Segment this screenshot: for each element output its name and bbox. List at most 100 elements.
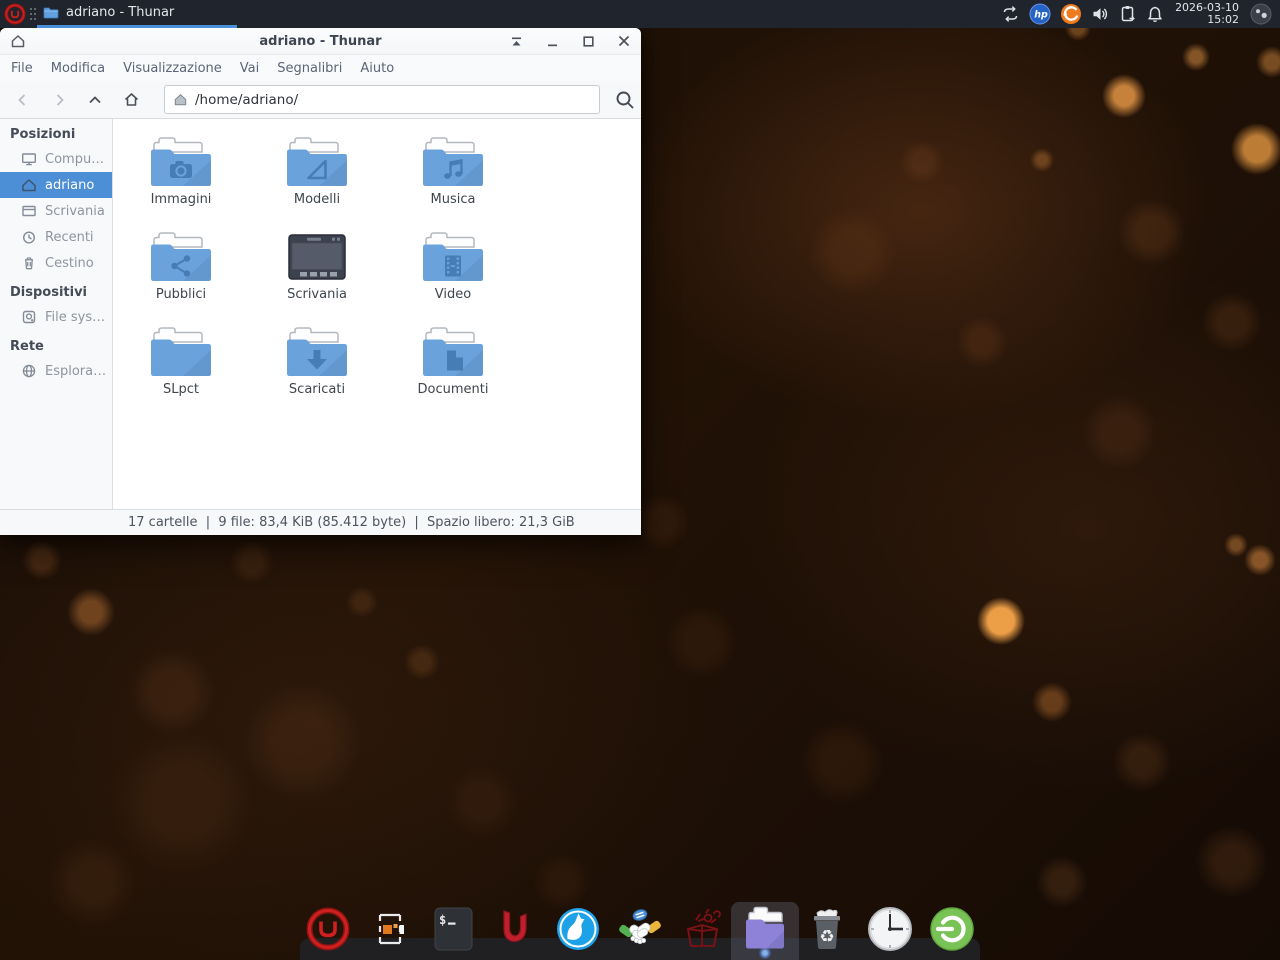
dock-clock[interactable] — [866, 905, 914, 953]
notifications-bell-icon[interactable] — [1146, 5, 1164, 23]
file-documenti[interactable]: Documenti — [385, 326, 521, 421]
file-modelli[interactable]: Modelli — [249, 136, 385, 231]
update-notifier-icon[interactable] — [1060, 3, 1082, 25]
desktop-screen-icon — [285, 231, 349, 283]
sidebar-section-dispositivi: Dispositivi — [0, 280, 112, 304]
volume-icon[interactable] — [1091, 5, 1110, 23]
file-immagini[interactable]: Immagini — [113, 136, 249, 231]
file-label: Scaricati — [289, 382, 345, 397]
dock-handshake[interactable] — [616, 905, 664, 953]
file-label: Modelli — [294, 192, 340, 207]
statusbar-text: 17 cartelle | 9 file: 83,4 KiB (85.412 b… — [128, 515, 575, 530]
file-scrivania[interactable]: Scrivania — [249, 231, 385, 326]
sidebar-section-rete: Rete — [0, 334, 112, 358]
file-label: SLpct — [163, 382, 199, 397]
distro-logo-icon — [4, 3, 26, 25]
harddisk-icon — [21, 309, 37, 325]
sidebar-item-label: Scrivania — [45, 204, 105, 219]
folder-music-icon — [421, 136, 485, 188]
file-label: Immagini — [151, 192, 212, 207]
dock-logout[interactable] — [928, 905, 976, 953]
file-video[interactable]: Video — [385, 231, 521, 326]
folder-share-icon — [149, 231, 213, 283]
file-label: Scrivania — [287, 287, 347, 302]
search-button[interactable] — [610, 85, 640, 115]
forward-button[interactable] — [44, 87, 74, 113]
sidebar-item-cestino[interactable]: Cestino — [0, 250, 112, 276]
home-button[interactable] — [116, 87, 146, 113]
recent-icon — [21, 229, 37, 245]
menu-segnalibri[interactable]: Segnalibri — [268, 61, 351, 76]
trash-icon — [21, 255, 37, 271]
sidebar-item-esplora[interactable]: Esplora… — [0, 358, 112, 384]
folder-icon — [149, 326, 213, 378]
home-icon — [21, 177, 37, 193]
maximize-button[interactable] — [581, 34, 595, 48]
dock-distro-logo[interactable] — [304, 905, 352, 953]
dock-browser[interactable] — [554, 905, 602, 953]
menu-file[interactable]: File — [2, 61, 42, 76]
minimize-button[interactable] — [545, 34, 559, 48]
folder-download-icon — [285, 326, 349, 378]
user-avatar[interactable] — [1250, 3, 1272, 25]
svg-text:♻: ♻ — [820, 927, 835, 947]
statusbar: 17 cartelle | 9 file: 83,4 KiB (85.412 b… — [0, 509, 641, 535]
sidebar-item-label: Compu… — [45, 152, 104, 167]
computer-icon — [21, 151, 37, 167]
sidebar-item-label: File sys… — [45, 310, 105, 325]
path-home-icon — [173, 92, 188, 107]
sidebar-item-label: Esplora… — [45, 364, 106, 379]
distro-menu-button[interactable] — [3, 2, 27, 26]
dock-toolbox[interactable] — [678, 905, 726, 953]
up-button[interactable] — [80, 87, 110, 113]
file-musica[interactable]: Musica — [385, 136, 521, 231]
clipboard-icon[interactable] — [1119, 5, 1137, 23]
back-button[interactable] — [8, 87, 38, 113]
network-sync-icon[interactable] — [1001, 5, 1020, 23]
sidebar-item-scrivania[interactable]: Scrivania — [0, 198, 112, 224]
folder-icon — [43, 5, 59, 21]
menu-vai[interactable]: Vai — [231, 61, 268, 76]
path-field[interactable]: /home/adriano/ — [164, 85, 600, 114]
hp-device-icon[interactable]: hp — [1029, 3, 1051, 25]
window-titlebar[interactable]: adriano - Thunar — [0, 28, 641, 55]
sidebar-item-filesystem[interactable]: File sys… — [0, 304, 112, 330]
file-label: Video — [435, 287, 471, 302]
thunar-window: adriano - Thunar File Modifica Visualizz… — [0, 28, 641, 535]
menu-aiuto[interactable]: Aiuto — [351, 61, 403, 76]
panel-clock[interactable]: 2026-03-10 15:02 — [1173, 2, 1241, 27]
close-button[interactable] — [617, 34, 631, 48]
path-text: /home/adriano/ — [195, 92, 298, 108]
network-globe-icon — [21, 363, 37, 379]
file-scaricati[interactable]: Scaricati — [249, 326, 385, 421]
menu-modifica[interactable]: Modifica — [42, 61, 114, 76]
sidebar-section-posizioni: Posizioni — [0, 122, 112, 146]
sidebar-item-label: adriano — [45, 178, 94, 193]
menu-visualizzazione[interactable]: Visualizzazione — [114, 61, 231, 76]
file-pubblici[interactable]: Pubblici — [113, 231, 249, 326]
panel-grip-icon[interactable] — [28, 0, 37, 28]
folder-camera-icon — [149, 136, 213, 188]
folder-documents-icon — [421, 326, 485, 378]
taskbar-item-label: adriano - Thunar — [66, 5, 174, 20]
file-label: Pubblici — [156, 287, 206, 302]
file-label: Documenti — [418, 382, 489, 397]
sidebar-item-recenti[interactable]: Recenti — [0, 224, 112, 250]
dock-file-manager[interactable] — [741, 905, 789, 953]
desktop-icon — [21, 203, 37, 219]
taskbar-item-thunar[interactable]: adriano - Thunar — [37, 0, 237, 28]
svg-text:hp: hp — [1034, 10, 1048, 21]
shade-button[interactable] — [509, 34, 523, 48]
menubar: File Modifica Visualizzazione Vai Segnal… — [0, 55, 641, 81]
panel-time: 15:02 — [1175, 14, 1239, 27]
sidebar: Posizioni Compu… adriano Scrivania — [0, 119, 113, 509]
sidebar-item-adriano[interactable]: adriano — [0, 172, 112, 198]
dock-frame-editor[interactable] — [366, 905, 414, 953]
folder-template-icon — [285, 136, 349, 188]
file-view[interactable]: Immagini Modelli — [113, 119, 641, 509]
file-slpct[interactable]: SLpct — [113, 326, 249, 421]
dock-trash[interactable]: ♻ — [803, 905, 851, 953]
dock-uget[interactable] — [491, 905, 539, 953]
dock-terminal[interactable]: $ — [429, 905, 477, 953]
sidebar-item-computer[interactable]: Compu… — [0, 146, 112, 172]
